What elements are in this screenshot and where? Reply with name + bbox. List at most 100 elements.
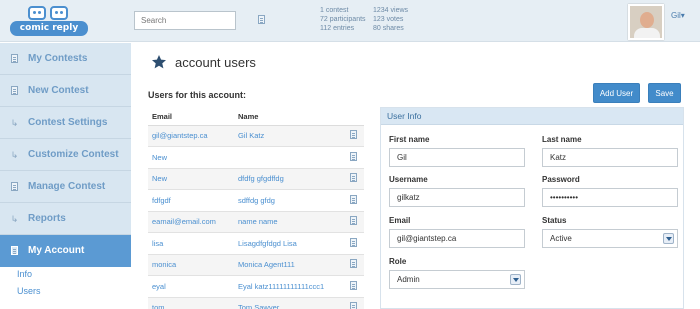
sidebar-item-my-contests[interactable]: My Contests [0, 43, 131, 75]
user-email[interactable]: gil@giantstep.ca [148, 125, 234, 147]
table-row[interactable]: eyal Eyal katz11111111111ccc1 [148, 275, 364, 298]
edit-doc-icon[interactable] [350, 280, 357, 290]
save-button[interactable]: Save [648, 83, 681, 103]
last-name-label: Last name [542, 135, 582, 144]
user-name[interactable]: Gil Katz [234, 125, 350, 147]
top-header: comic reply 1 contest 72 participants 11… [0, 0, 700, 42]
document-icon[interactable] [258, 15, 265, 24]
user-name[interactable]: name name [234, 211, 350, 233]
doc-icon [10, 181, 19, 192]
column-header-name: Name [234, 108, 350, 126]
table-header-row: Email Name [148, 108, 364, 126]
stats-engagement-summary: 1234 views 123 votes 80 shares [373, 6, 408, 33]
edit-doc-icon[interactable] [350, 216, 357, 226]
stat-entries: 112 entries [320, 25, 355, 32]
user-email[interactable]: eyal [148, 275, 234, 298]
status-label: Status [542, 216, 567, 225]
user-name[interactable]: dfdfg gfgdffdg [234, 168, 350, 190]
sidebar-subitem-info[interactable]: Info [17, 269, 32, 279]
edit-doc-icon[interactable] [350, 130, 357, 140]
sidebar-item-label: Contest Settings [28, 117, 108, 128]
username-field[interactable] [389, 188, 525, 207]
column-header-email: Email [148, 108, 234, 126]
user-menu[interactable]: Gil▾ [671, 11, 685, 20]
sidebar-item-contest-settings[interactable]: ↳ Contest Settings [0, 107, 131, 139]
doc-icon [10, 53, 19, 64]
user-email[interactable]: eamail@email.com [148, 211, 234, 233]
sidebar-item-label: Manage Contest [28, 181, 106, 192]
sidebar-item-customize-contest[interactable]: ↳ Customize Contest [0, 139, 131, 171]
user-name[interactable]: Lisagdfgfdgd Lisa [234, 232, 350, 255]
logo-faces-icon [28, 6, 68, 20]
status-value: Active [550, 234, 572, 243]
first-name-field[interactable] [389, 148, 525, 167]
user-email[interactable]: tom [148, 297, 234, 309]
panel-title: User Info [381, 108, 683, 125]
email-field[interactable] [389, 229, 525, 248]
logo-wordmark: comic reply [10, 21, 88, 36]
edit-doc-icon[interactable] [350, 302, 357, 309]
sidebar-item-label: Customize Contest [28, 149, 119, 160]
user-email[interactable]: New [148, 168, 234, 190]
sidebar-subitem-users[interactable]: Users [17, 286, 41, 296]
table-row[interactable]: gil@giantstep.ca Gil Katz [148, 125, 364, 147]
avatar[interactable] [628, 4, 664, 40]
user-name[interactable]: Tom Sawyer [234, 297, 350, 309]
stat-votes: 123 votes [373, 16, 404, 23]
table-row[interactable]: tom Tom Sawyer [148, 297, 364, 309]
role-select[interactable]: Admin [389, 270, 525, 289]
status-select[interactable]: Active [542, 229, 678, 248]
stat-contests: 1 contest [320, 7, 349, 14]
star-icon [152, 55, 166, 69]
password-field[interactable] [542, 188, 678, 207]
user-name[interactable]: Eyal katz11111111111ccc1 [234, 275, 350, 298]
stat-views: 1234 views [373, 7, 409, 14]
table-row[interactable]: monica Monica Agent111 [148, 254, 364, 276]
role-value: Admin [397, 275, 420, 284]
user-name[interactable]: sdffdg gfdg [234, 189, 350, 212]
edit-doc-icon[interactable] [350, 194, 357, 204]
edit-doc-icon[interactable] [350, 151, 357, 161]
sidebar: My Contests New Contest ↳ Contest Settin… [0, 43, 131, 309]
chevron-down-icon: ▾ [680, 11, 685, 20]
sidebar-item-reports[interactable]: ↳ Reports [0, 203, 131, 235]
doc-icon [10, 85, 19, 96]
table-row[interactable]: lisa Lisagdfgfdgd Lisa [148, 232, 364, 255]
chevron-down-icon[interactable] [510, 274, 521, 285]
user-info-panel: User Info First name Last name Username … [380, 107, 684, 309]
table-row[interactable]: New [148, 146, 364, 169]
sidebar-item-label: New Contest [28, 85, 89, 96]
stat-shares: 80 shares [373, 25, 404, 32]
doc-icon [10, 245, 19, 256]
user-email[interactable]: New [148, 146, 234, 169]
fold-arrow-icon: ↳ [10, 149, 19, 160]
user-name: Gil [671, 11, 681, 20]
edit-doc-icon[interactable] [350, 259, 357, 269]
user-name[interactable]: Monica Agent111 [234, 254, 350, 276]
sidebar-item-my-account[interactable]: My Account [0, 235, 131, 267]
sidebar-item-label: My Account [28, 245, 85, 256]
add-user-button[interactable]: Add User [593, 83, 640, 103]
stat-participants: 72 participants [320, 16, 366, 23]
table-row[interactable]: fdfgdf sdffdg gfdg [148, 189, 364, 212]
search-input[interactable] [134, 11, 236, 30]
comic-reply-logo[interactable]: comic reply [10, 6, 90, 38]
sidebar-item-manage-contest[interactable]: Manage Contest [0, 171, 131, 203]
edit-doc-icon[interactable] [350, 173, 357, 183]
page-header: account users [151, 54, 256, 70]
table-row[interactable]: New dfdfg gfgdffdg [148, 168, 364, 190]
sidebar-item-label: Reports [28, 213, 66, 224]
role-label: Role [389, 257, 407, 266]
user-email[interactable]: fdfgdf [148, 189, 234, 212]
chevron-down-icon[interactable] [663, 233, 674, 244]
user-email[interactable]: lisa [148, 232, 234, 255]
last-name-field[interactable] [542, 148, 678, 167]
user-name[interactable] [234, 146, 350, 169]
stats-contest-summary: 1 contest 72 participants 112 entries [320, 6, 366, 33]
user-email[interactable]: monica [148, 254, 234, 276]
email-label: Email [389, 216, 411, 225]
sidebar-item-new-contest[interactable]: New Contest [0, 75, 131, 107]
edit-doc-icon[interactable] [350, 237, 357, 247]
table-row[interactable]: eamail@email.com name name [148, 211, 364, 233]
users-table: Email Name gil@giantstep.ca Gil Katz New… [148, 108, 364, 309]
